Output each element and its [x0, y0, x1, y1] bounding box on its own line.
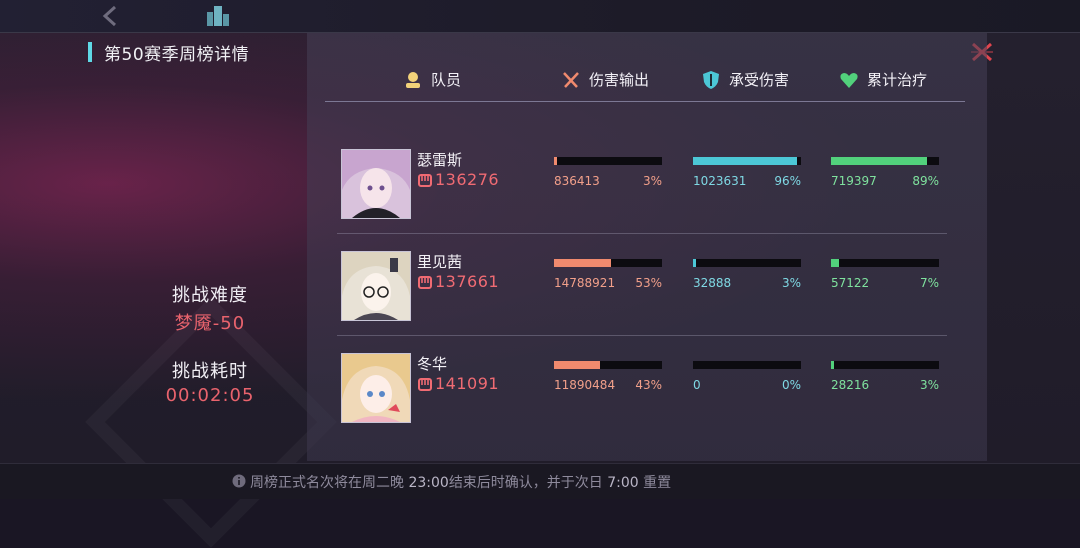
heal-percent: 7% — [919, 276, 939, 290]
panel-title: 第50赛季周榜详情 — [104, 45, 250, 65]
tank-stat: 0 0% — [693, 361, 801, 394]
top-strip — [0, 0, 1080, 33]
power-fist-icon — [418, 275, 432, 289]
damage-percent: 53% — [635, 276, 662, 290]
damage-value: 11890484 — [554, 378, 616, 392]
heal-stat: 28216 3% — [831, 361, 939, 394]
tank-value: 1023631 — [693, 174, 747, 188]
header-member: 队员 — [403, 69, 461, 90]
tank-stat: 32888 3% — [693, 259, 801, 292]
damage-percent: 43% — [635, 378, 662, 392]
tank-stat: 1023631 96% — [693, 157, 801, 190]
heal-value: 719397 — [831, 174, 877, 188]
heal-bar-fill — [831, 157, 928, 165]
tank-bar — [693, 361, 801, 369]
damage-stat: 14788921 53% — [554, 259, 662, 292]
heal-bar-fill — [831, 361, 835, 369]
damage-percent: 3% — [642, 174, 662, 188]
member-row[interactable]: 冬华 141091 11890484 43% 0 0% 28216 3% — [337, 341, 947, 437]
damage-value: 836413 — [554, 174, 600, 188]
tank-percent: 3% — [781, 276, 801, 290]
member-power: 137661 — [417, 272, 499, 291]
back-arrow-icon[interactable] — [98, 4, 122, 28]
tank-bar-fill — [693, 157, 797, 165]
footer-notice: 周榜正式名次将在周二晚 23:00结束后时确认，并于次日 7:00 重置 — [0, 463, 1080, 499]
member-power: 141091 — [417, 374, 499, 393]
heal-stat: 57122 7% — [831, 259, 939, 292]
damage-stat: 11890484 43% — [554, 361, 662, 394]
shield-icon — [703, 70, 719, 89]
heal-bar — [831, 157, 939, 165]
tank-value: 32888 — [693, 276, 732, 290]
footer-text: 周榜正式名次将在周二晚 23:00结束后时确认，并于次日 7:00 重置 — [250, 475, 672, 491]
header-member-label: 队员 — [431, 71, 462, 89]
header-damage: 伤害输出 — [561, 69, 649, 90]
damage-bar-fill — [554, 259, 612, 267]
member-power-value: 137661 — [435, 272, 500, 291]
heal-bar — [831, 361, 939, 369]
tank-percent: 96% — [774, 174, 801, 188]
stats-table: 队员 伤害输出 承受伤害 累计治疗 瑟雷斯 136276 836413 3% 1… — [307, 33, 987, 461]
member-row[interactable]: 瑟雷斯 136276 836413 3% 1023631 96% 719397 89% — [337, 137, 947, 233]
difficulty-value: 梦魇-50 — [174, 313, 246, 334]
member-name: 里见茜 — [417, 253, 463, 271]
challenge-info: 挑战难度 梦魇-50 挑战耗时 00:02:05 — [110, 281, 310, 406]
damage-bar — [554, 361, 662, 369]
member-power-value: 136276 — [435, 170, 500, 189]
tank-percent: 0% — [781, 378, 801, 392]
heal-bar — [831, 259, 939, 267]
footer-time-a: 23:00 — [408, 475, 449, 491]
row-divider — [337, 335, 947, 336]
time-value: 00:02:05 — [165, 385, 255, 406]
table-header: 队员 伤害输出 承受伤害 累计治疗 — [325, 61, 965, 102]
member-avatar — [341, 353, 411, 423]
member-row[interactable]: 里见茜 137661 14788921 53% 32888 3% 57122 7% — [337, 239, 947, 335]
header-tank-label: 承受伤害 — [729, 71, 790, 89]
header-tank: 承受伤害 — [701, 69, 789, 90]
heal-percent: 3% — [919, 378, 939, 392]
info-icon — [232, 474, 246, 488]
member-power: 136276 — [417, 170, 499, 189]
swords-icon — [563, 71, 579, 88]
member-avatar — [341, 251, 411, 321]
heart-icon — [840, 72, 858, 88]
building-icon[interactable] — [205, 4, 231, 28]
header-damage-label: 伤害输出 — [589, 71, 650, 89]
damage-stat: 836413 3% — [554, 157, 662, 190]
damage-bar — [554, 157, 662, 165]
heal-bar-fill — [831, 259, 839, 267]
tank-bar — [693, 157, 801, 165]
header-heal-label: 累计治疗 — [867, 71, 928, 89]
member-name: 瑟雷斯 — [417, 151, 463, 169]
time-label: 挑战耗时 — [172, 361, 248, 382]
damage-bar-fill — [554, 157, 558, 165]
member-avatar — [341, 149, 411, 219]
member-power-value: 141091 — [435, 374, 500, 393]
damage-bar — [554, 259, 662, 267]
heal-value: 28216 — [831, 378, 870, 392]
header-heal: 累计治疗 — [839, 69, 927, 90]
tank-value: 0 — [693, 378, 701, 392]
tank-bar — [693, 259, 801, 267]
power-fist-icon — [418, 173, 432, 187]
heal-value: 57122 — [831, 276, 870, 290]
heal-stat: 719397 89% — [831, 157, 939, 190]
heal-percent: 89% — [912, 174, 939, 188]
title-accent-bar — [88, 42, 92, 62]
power-fist-icon — [418, 377, 432, 391]
difficulty-label: 挑战难度 — [172, 285, 248, 306]
tank-bar-fill — [693, 259, 697, 267]
row-divider — [337, 233, 947, 234]
footer-time-b: 7:00 — [607, 475, 639, 491]
member-name: 冬华 — [417, 355, 448, 373]
damage-bar-fill — [554, 361, 601, 369]
damage-value: 14788921 — [554, 276, 616, 290]
member-icon — [406, 71, 420, 88]
